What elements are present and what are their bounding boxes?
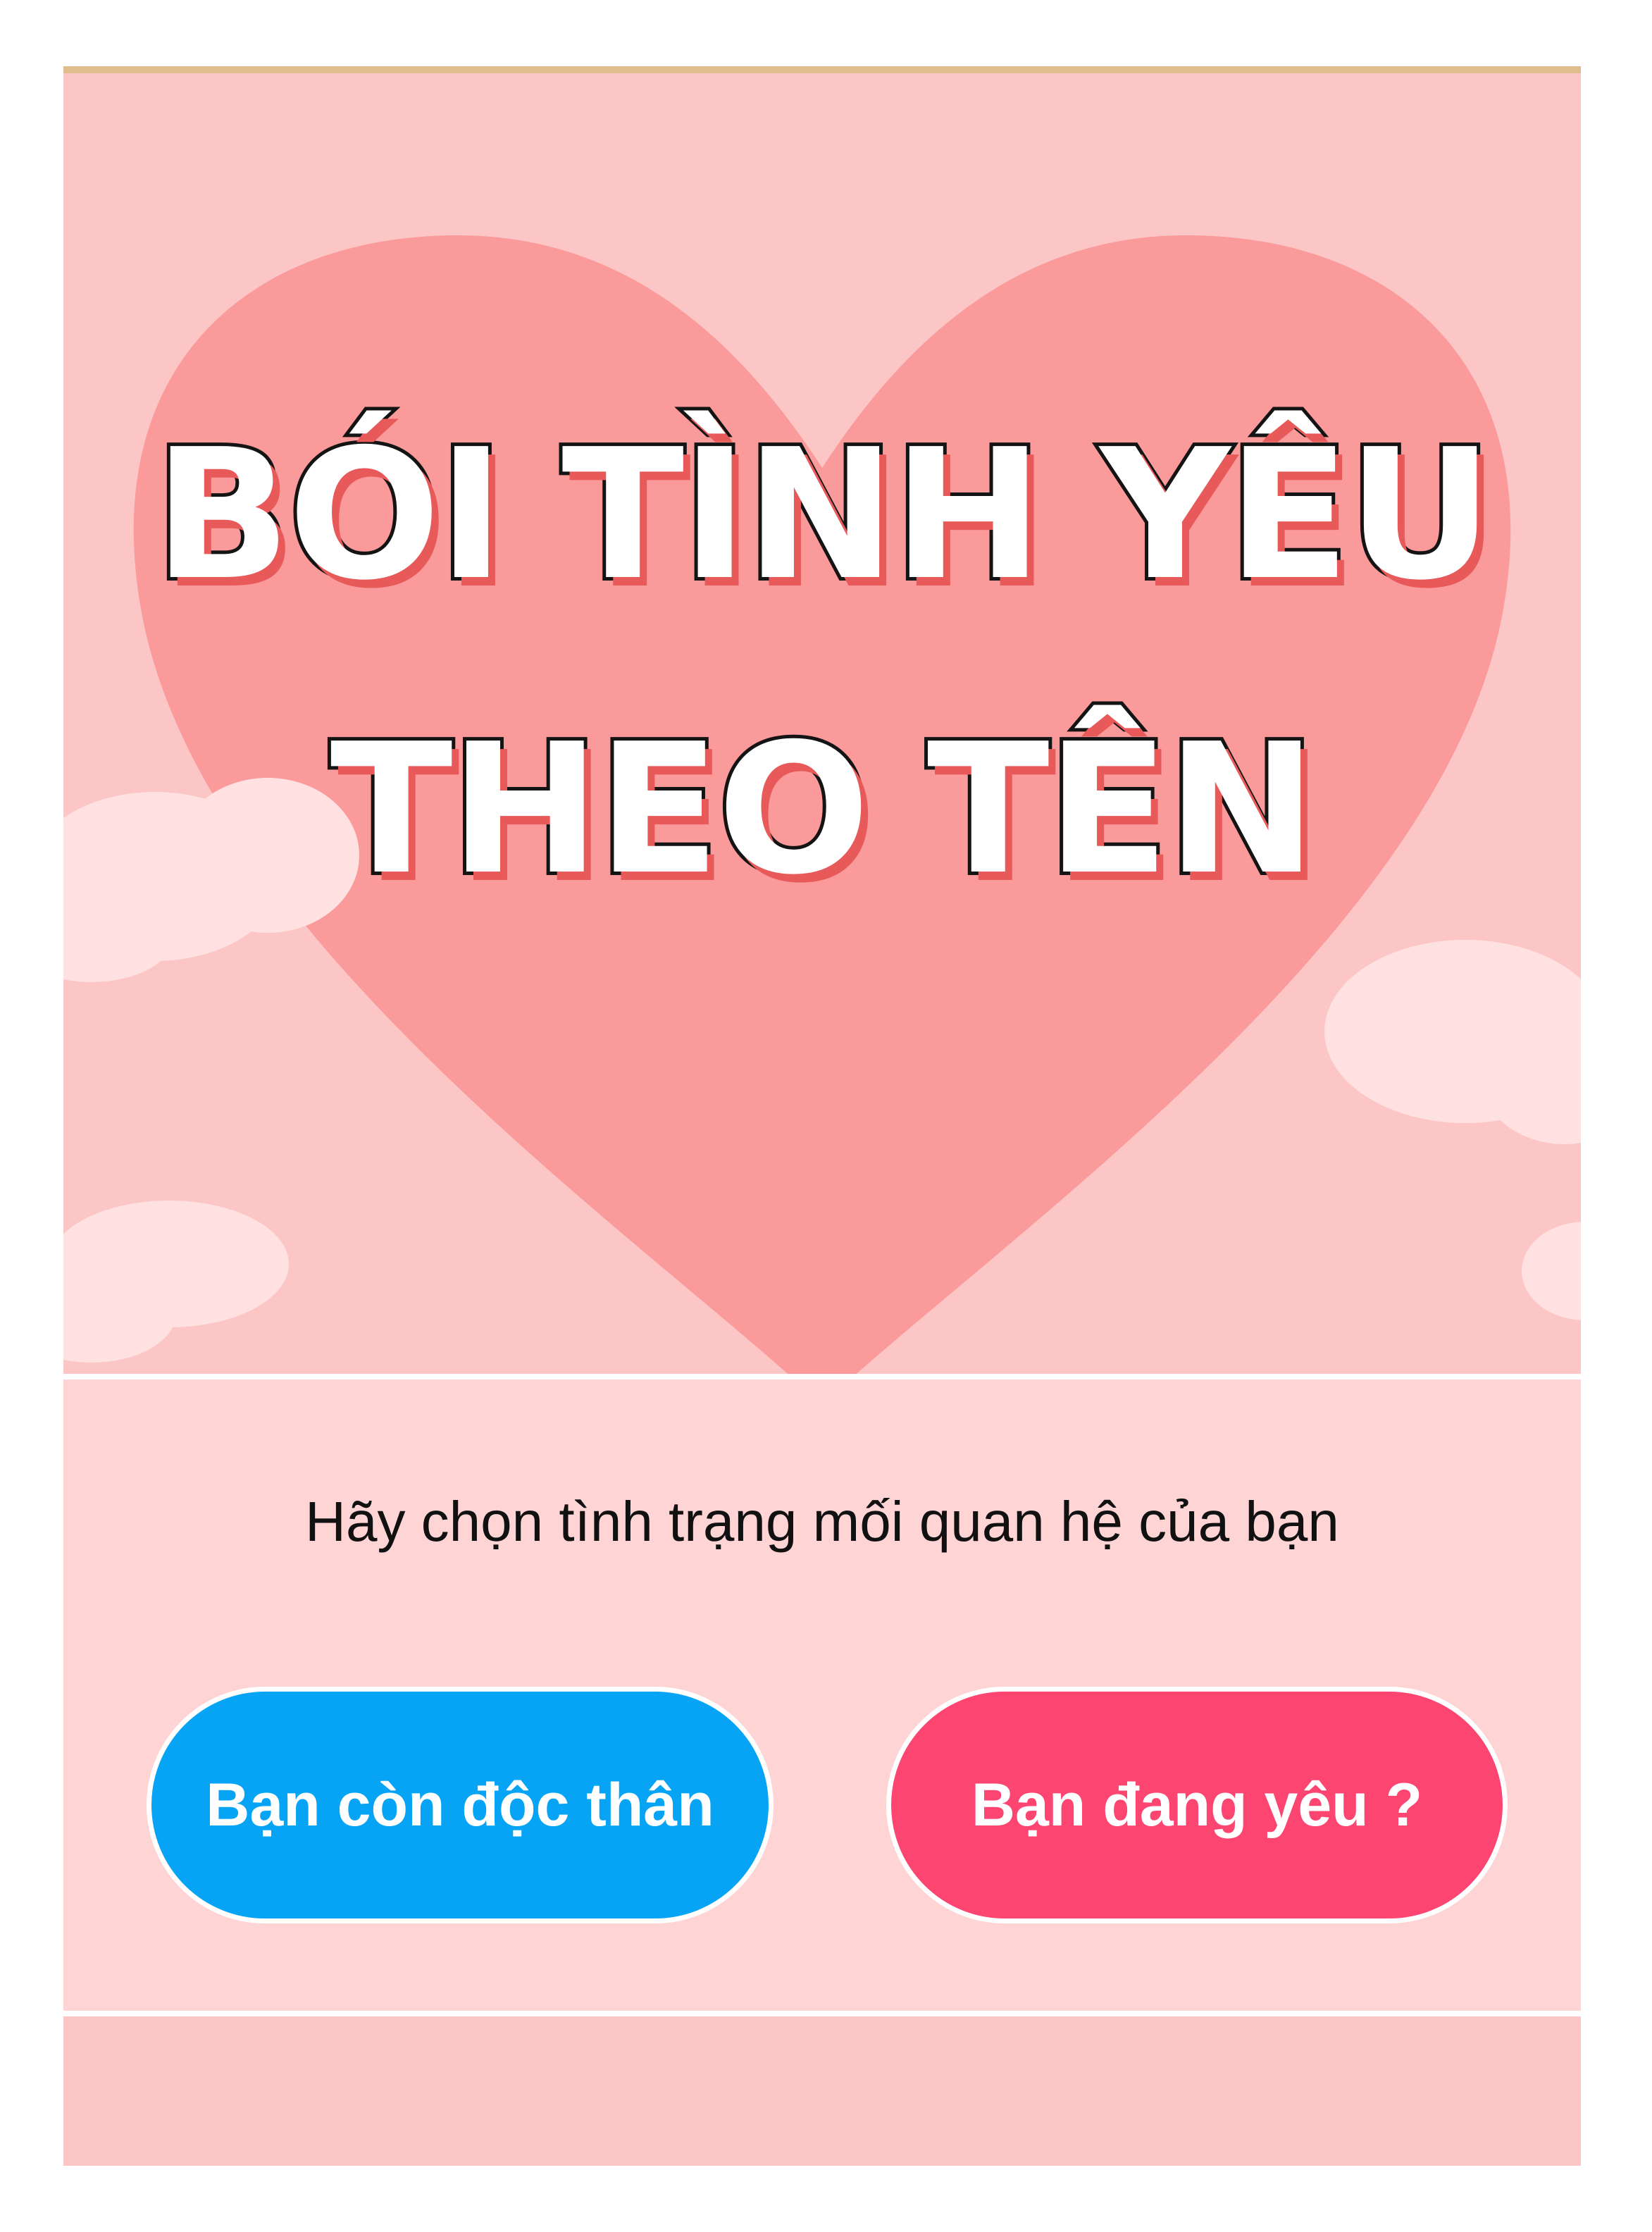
- page-title-line-1: BÓI TÌNH YÊU: [150, 411, 1496, 620]
- cloud-bottom-left-icon: [63, 1201, 289, 1363]
- divider: [63, 2011, 1581, 2016]
- single-status-button[interactable]: Bạn còn độc thân: [147, 1687, 774, 1923]
- relationship-prompt: Hãy chọn tình trạng mối quan hệ của bạn: [305, 1490, 1339, 1553]
- hero-banner: BÓI TÌNH YÊU THEO TÊN: [63, 73, 1581, 1374]
- in-love-status-label: Bạn đang yêu ?: [971, 1771, 1423, 1839]
- app-frame: BÓI TÌNH YÊU THEO TÊN Hãy chọn tình trạn…: [63, 66, 1581, 2166]
- divider: [63, 1374, 1581, 1380]
- footer-band: [63, 2016, 1581, 2166]
- page-title-line-2: THEO TÊN: [327, 705, 1321, 914]
- in-love-status-button[interactable]: Bạn đang yêu ?: [886, 1687, 1508, 1923]
- cloud-right-icon: [1324, 940, 1581, 1144]
- cloud-bottom-right-icon: [1522, 1222, 1581, 1320]
- single-status-label: Bạn còn độc thân: [206, 1771, 714, 1839]
- top-border: [63, 66, 1581, 73]
